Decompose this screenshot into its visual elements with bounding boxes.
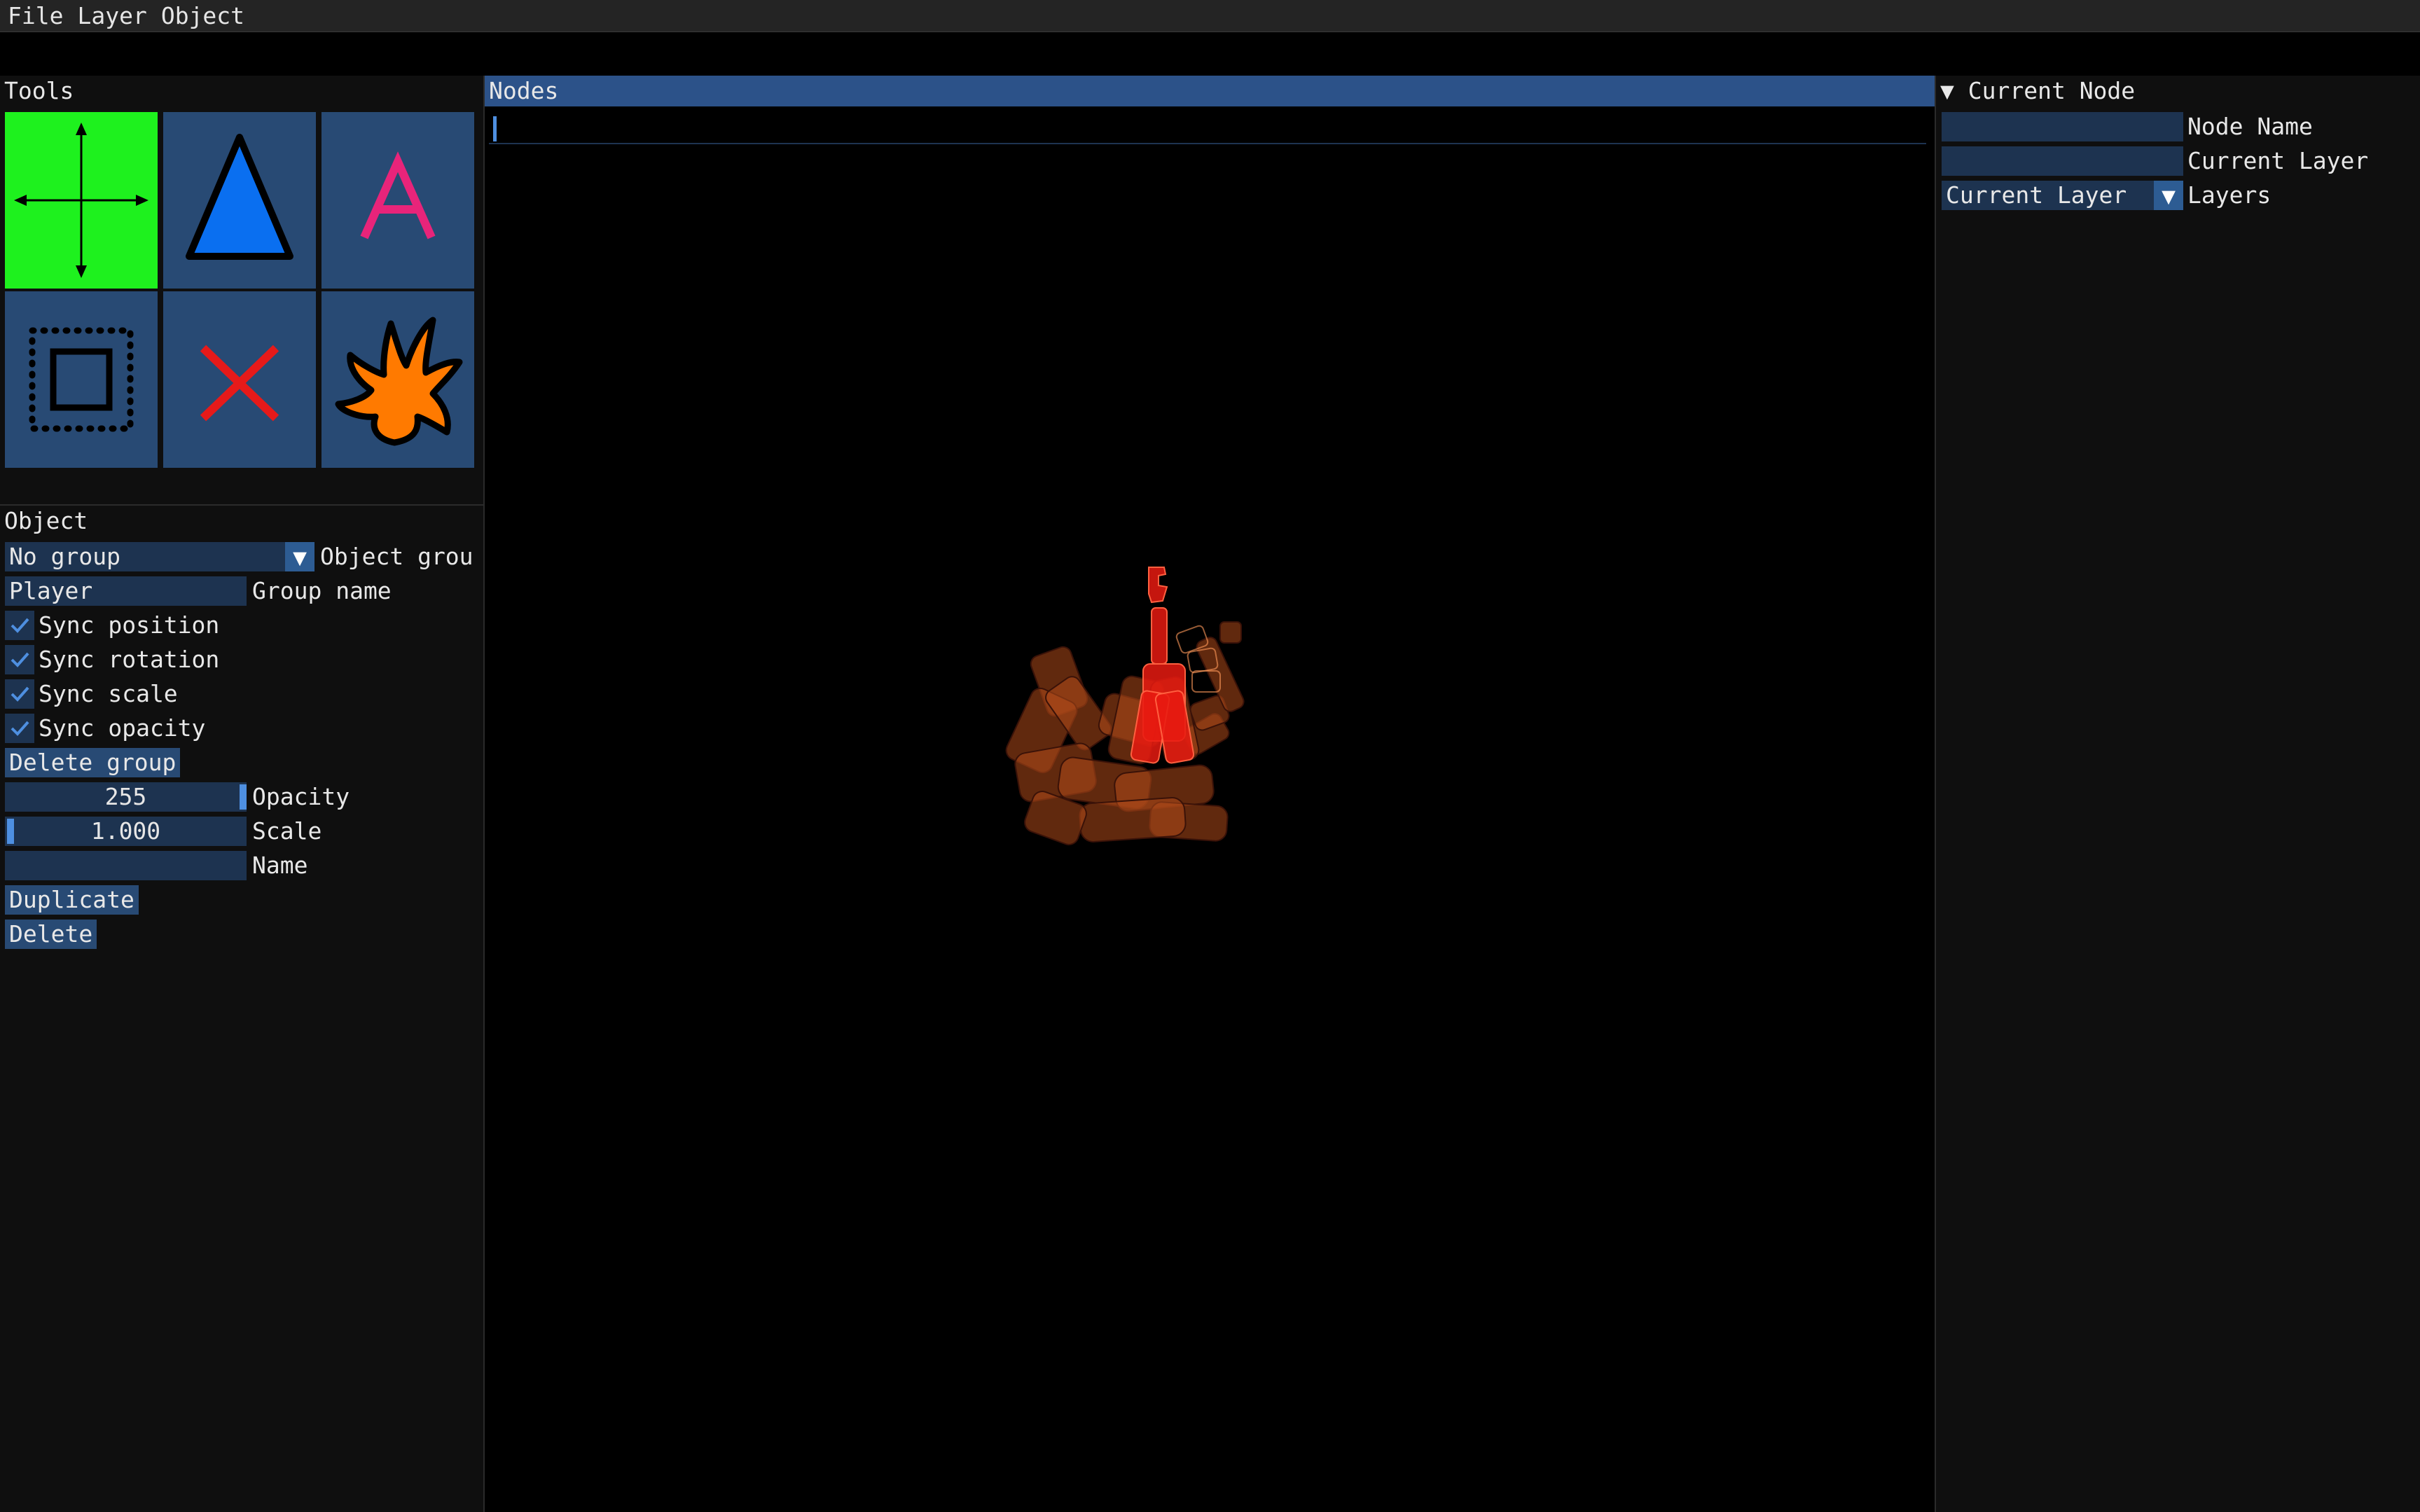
sync-position-label: Sync position — [39, 611, 220, 639]
sync-opacity-checkbox[interactable] — [5, 714, 34, 743]
current-node-title: Current Node — [1968, 77, 2136, 104]
current-node-header[interactable]: ▼ Current Node — [1936, 76, 2420, 106]
checkmark-icon — [11, 618, 29, 633]
delete-group-row: Delete group — [5, 748, 181, 777]
object-panel-title: Object — [0, 506, 483, 536]
delete-tool-button[interactable] — [163, 291, 316, 468]
sync-position-row: Sync position — [5, 611, 219, 640]
layers-label: Layers — [2187, 181, 2272, 209]
scale-slider-grab[interactable] — [7, 819, 14, 844]
name-label: Name — [252, 852, 308, 879]
group-name-input[interactable]: Player — [5, 576, 247, 606]
selection-rect-icon — [29, 327, 134, 432]
current-layer-row: Current Layer — [1942, 146, 2368, 176]
animated-character-sprite[interactable] — [485, 146, 1935, 1512]
splat-tool-button[interactable] — [321, 291, 474, 468]
object-panel: Object No group ▼ Object grou Player Gro… — [0, 504, 485, 1512]
tool-grid — [5, 112, 474, 468]
current-layer-input[interactable] — [1942, 146, 2183, 176]
select-tool-button[interactable] — [5, 291, 158, 468]
sync-rotation-label: Sync rotation — [39, 646, 220, 673]
node-name-label: Node Name — [2187, 113, 2313, 140]
nodes-search-input[interactable] — [489, 112, 1926, 144]
menu-layer[interactable]: Layer — [77, 0, 146, 32]
object-group-label: Object grou — [320, 543, 473, 570]
sync-position-checkbox[interactable] — [5, 611, 34, 640]
checkmark-icon — [11, 686, 29, 702]
toolbar-strip — [0, 32, 2420, 76]
duplicate-row: Duplicate — [5, 885, 139, 915]
checkmark-icon — [11, 721, 29, 736]
sync-rotation-row: Sync rotation — [5, 645, 219, 674]
text-a-icon — [360, 151, 436, 240]
sync-opacity-row: Sync opacity — [5, 714, 205, 743]
text-tool-button[interactable] — [321, 112, 474, 289]
text-caret — [493, 116, 497, 141]
nodes-panel-title: Nodes — [485, 76, 1935, 106]
layers-combo[interactable]: Current Layer — [1942, 181, 2154, 210]
opacity-label: Opacity — [252, 783, 350, 810]
name-input[interactable] — [5, 851, 247, 880]
opacity-slider[interactable]: 255 — [5, 782, 247, 812]
tools-panel-title: Tools — [0, 76, 483, 106]
current-layer-label: Current Layer — [2187, 147, 2369, 174]
move-tool-button[interactable] — [5, 112, 158, 289]
current-node-panel: ▼ Current Node Node Name Current Layer C… — [1936, 76, 2420, 1512]
sync-rotation-checkbox[interactable] — [5, 645, 34, 674]
menu-file[interactable]: File — [8, 0, 63, 32]
nodes-panel: Nodes — [485, 76, 1936, 1512]
opacity-value: 255 — [104, 783, 147, 810]
scale-value: 1.000 — [90, 817, 161, 845]
sync-opacity-label: Sync opacity — [39, 714, 206, 742]
scale-slider[interactable]: 1.000 — [5, 817, 247, 846]
orange-splat-icon — [335, 317, 463, 446]
triangle-icon — [186, 134, 293, 260]
sync-scale-label: Sync scale — [39, 680, 178, 707]
sync-scale-row: Sync scale — [5, 679, 178, 709]
scale-row: 1.000 Scale — [5, 817, 321, 846]
scene-canvas[interactable] — [485, 146, 1935, 1512]
duplicate-button[interactable]: Duplicate — [5, 885, 139, 915]
move-arrows-icon — [14, 123, 148, 278]
menu-bar: File Layer Object — [0, 0, 2420, 32]
sync-scale-checkbox[interactable] — [5, 679, 34, 709]
node-name-row: Node Name — [1942, 112, 2313, 141]
chevron-down-icon[interactable]: ▼ — [285, 542, 314, 571]
collapse-triangle-icon[interactable]: ▼ — [1940, 77, 1954, 104]
chevron-down-icon[interactable]: ▼ — [2154, 181, 2183, 210]
delete-row: Delete — [5, 920, 97, 949]
layers-row: Current Layer ▼ Layers — [1942, 181, 2271, 210]
checkmark-icon — [11, 652, 29, 667]
delete-group-button[interactable]: Delete group — [5, 748, 181, 777]
object-group-combo[interactable]: No group — [5, 542, 285, 571]
opacity-slider-grab[interactable] — [240, 784, 247, 810]
node-name-input[interactable] — [1942, 112, 2183, 141]
menu-object[interactable]: Object — [161, 0, 244, 32]
scale-label: Scale — [252, 817, 322, 845]
group-name-label: Group name — [252, 577, 392, 604]
tools-panel: Tools — [0, 76, 485, 504]
group-name-row: Player Group name — [5, 576, 392, 606]
name-row: Name — [5, 851, 307, 880]
opacity-row: 255 Opacity — [5, 782, 350, 812]
delete-button[interactable]: Delete — [5, 920, 97, 949]
object-group-row: No group ▼ Object grou — [5, 542, 473, 571]
red-x-icon — [200, 345, 279, 422]
triangle-tool-button[interactable] — [163, 112, 316, 289]
